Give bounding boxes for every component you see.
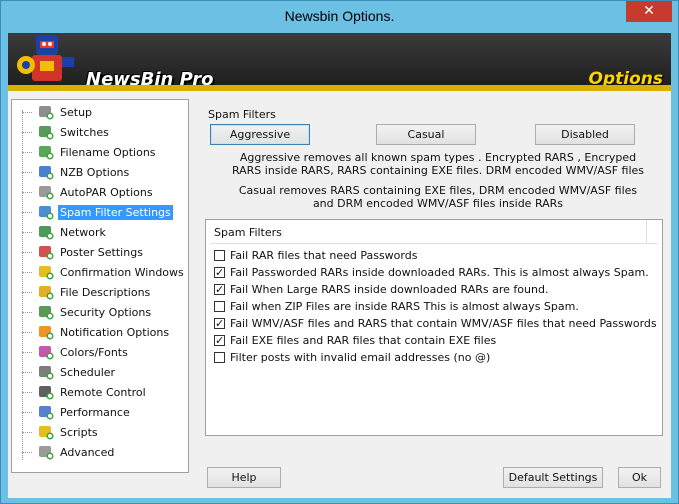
nav-item-label: Notification Options [60, 325, 170, 339]
nav-item[interactable]: Colors/Fonts [18, 342, 130, 362]
switches-icon [38, 124, 54, 140]
filter-label: Fail when ZIP Files are inside RARS This… [230, 300, 579, 313]
options-window: Newsbin Options. ✕ NewsBin Pro Options S… [0, 0, 679, 504]
nav-item-label: AutoPAR Options [60, 185, 153, 199]
rss-icon [38, 324, 54, 340]
nzb-icon [38, 164, 54, 180]
nav-item-label: Network [60, 225, 106, 239]
nav-item-label: NZB Options [60, 165, 130, 179]
nav-item[interactable]: AutoPAR Options [18, 182, 155, 202]
nav-item-label: Advanced [60, 445, 115, 459]
ok-button[interactable]: Ok [618, 467, 661, 488]
help-button[interactable]: Help [207, 467, 281, 488]
performance-icon [38, 404, 54, 420]
nav-item[interactable]: NZB Options [18, 162, 131, 182]
nav-item[interactable]: Security Options [18, 302, 153, 322]
checkbox-unchecked[interactable] [214, 250, 225, 261]
spam-filter-list[interactable]: Spam Filters Fail RAR files that need Pa… [205, 219, 663, 436]
nav-item-label: Scheduler [60, 365, 116, 379]
filter-label: Filter posts with invalid email addresse… [230, 351, 491, 364]
nav-item-label: Colors/Fonts [60, 345, 128, 359]
filter-label: Fail WMV/ASF files and RARS that contain… [230, 317, 657, 330]
title-bar[interactable]: Newsbin Options. ✕ [1, 1, 678, 33]
casual-description: Casual removes RARS containing EXE files… [238, 184, 638, 210]
close-button[interactable]: ✕ [626, 1, 672, 22]
nav-item[interactable]: Poster Settings [18, 242, 145, 262]
gear-icon [38, 104, 54, 120]
nav-item[interactable]: Switches [18, 122, 111, 142]
nav-item[interactable]: Spam Filter Settings [18, 202, 173, 222]
nav-item-label: Security Options [60, 305, 152, 319]
nav-item[interactable]: Network [18, 222, 108, 242]
filter-label: Fail RAR files that need Passwords [230, 249, 418, 262]
checkbox-checked[interactable]: ✓ [214, 267, 225, 278]
disabled-button[interactable]: Disabled [535, 124, 635, 145]
file-desc-icon [38, 284, 54, 300]
filter-row[interactable]: Fail when ZIP Files are inside RARS This… [214, 298, 579, 315]
client-area: Setup Switches Filename Options NZB Options… [8, 91, 671, 498]
autopar-icon [38, 184, 54, 200]
filter-row[interactable]: ✓ Fail EXE files and RAR files that conta… [214, 332, 496, 349]
list-header: Spam Filters [214, 226, 282, 239]
remote-icon [38, 384, 54, 400]
nav-item-label: Spam Filter Settings [58, 204, 173, 220]
aggressive-description: Aggressive removes all known spam types … [231, 151, 645, 177]
nav-item-label: Poster Settings [60, 245, 143, 259]
checkbox-checked[interactable]: ✓ [214, 335, 225, 346]
checkbox-unchecked[interactable] [214, 352, 225, 363]
window-title: Newsbin Options. [284, 8, 395, 24]
nav-item-label: File Descriptions [60, 285, 151, 299]
header-separator [210, 243, 658, 244]
checkbox-unchecked[interactable] [214, 301, 225, 312]
filter-row[interactable]: Fail RAR files that need Passwords [214, 247, 417, 264]
lightning-icon [38, 424, 54, 440]
nav-item[interactable]: Notification Options [18, 322, 171, 342]
nav-item-label: Performance [60, 405, 130, 419]
options-tree[interactable]: Setup Switches Filename Options NZB Options… [11, 99, 189, 473]
scheduler-icon [38, 364, 54, 380]
nav-item[interactable]: File Descriptions [18, 282, 152, 302]
poster-icon [38, 244, 54, 260]
spam-filter-icon [38, 204, 54, 220]
nav-item[interactable]: Remote Control [18, 382, 148, 402]
spam-group-title: Spam Filters [208, 108, 276, 121]
nav-item-label: Remote Control [60, 385, 146, 399]
checkbox-checked[interactable]: ✓ [214, 284, 225, 295]
warning-icon [38, 264, 54, 280]
nav-item[interactable]: Performance [18, 402, 132, 422]
advanced-gear-icon [38, 444, 54, 460]
filter-label: Fail EXE files and RAR files that contai… [230, 334, 497, 347]
colors-icon [38, 344, 54, 360]
nav-item-label: Setup [60, 105, 93, 119]
nav-item[interactable]: Scripts [18, 422, 100, 442]
nav-item[interactable]: Scheduler [18, 362, 117, 382]
nav-item-label: Confirmation Windows [60, 265, 184, 279]
nav-item[interactable]: Setup [18, 102, 94, 122]
security-icon [38, 304, 54, 320]
checkbox-checked[interactable]: ✓ [214, 318, 225, 329]
robot-mascot-icon [17, 35, 74, 81]
filter-label: Fail When Large RARS inside downloaded R… [230, 283, 549, 296]
filter-row[interactable]: ✓ Fail Passworded RARs inside downloaded … [214, 264, 649, 281]
nav-item[interactable]: Filename Options [18, 142, 158, 162]
nav-item-label: Scripts [60, 425, 98, 439]
nav-item-label: Filename Options [60, 145, 156, 159]
nav-item[interactable]: Advanced [18, 442, 116, 462]
banner: NewsBin Pro Options [8, 33, 671, 91]
filter-row[interactable]: ✓ Fail When Large RARS inside downloaded … [214, 281, 548, 298]
header-divider [646, 220, 647, 244]
default-settings-button[interactable]: Default Settings [503, 467, 603, 488]
casual-button[interactable]: Casual [376, 124, 476, 145]
filter-label: Fail Passworded RARs inside downloaded R… [230, 266, 649, 279]
filter-row[interactable]: ✓ Fail WMV/ASF files and RARS that contai… [214, 315, 657, 332]
filter-row[interactable]: Filter posts with invalid email addresse… [214, 349, 490, 366]
nav-item[interactable]: Confirmation Windows [18, 262, 186, 282]
nav-item-label: Switches [60, 125, 109, 139]
filename-icon [38, 144, 54, 160]
network-icon [38, 224, 54, 240]
aggressive-button[interactable]: Aggressive [210, 124, 310, 145]
